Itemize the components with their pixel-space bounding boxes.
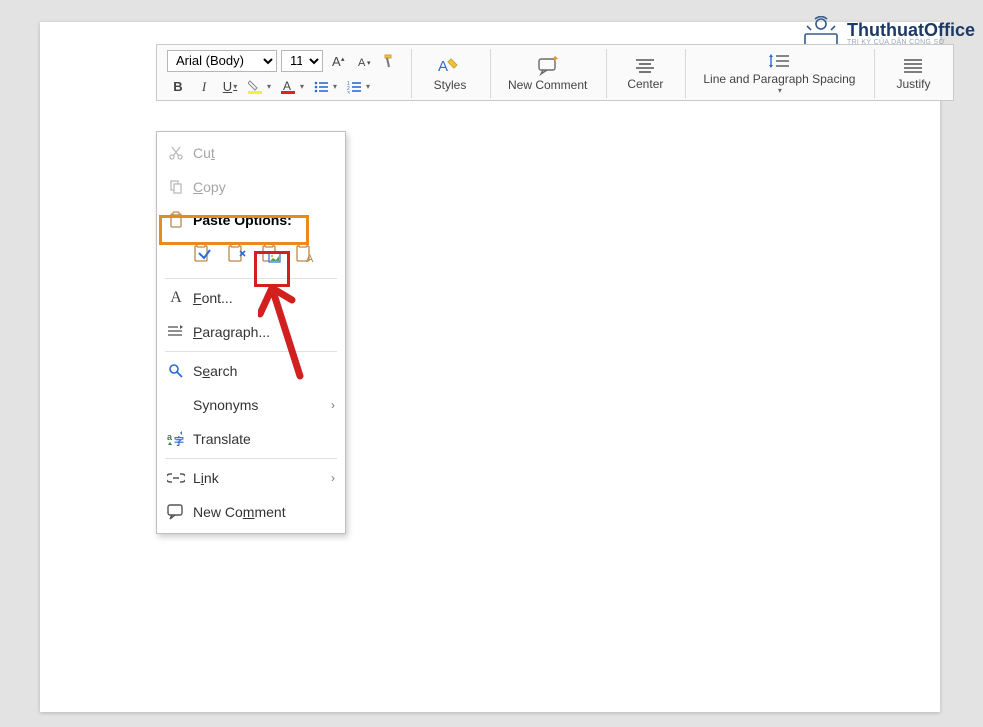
font-color-button[interactable]: A▾ <box>278 76 307 98</box>
chevron-right-icon: › <box>331 471 335 485</box>
search-icon <box>165 363 187 379</box>
menu-copy-label: Copy <box>187 179 335 195</box>
line-spacing-icon <box>767 52 791 70</box>
italic-button[interactable]: I <box>193 76 215 98</box>
translate-icon: a字 <box>165 431 187 447</box>
styles-label: Styles <box>434 78 467 92</box>
paragraph-icon <box>165 325 187 339</box>
justify-label: Justify <box>896 77 930 91</box>
justify-button[interactable]: Justify <box>883 54 943 94</box>
menu-new-comment[interactable]: New Comment <box>157 495 345 529</box>
watermark-title: ThuthuatOffice <box>847 21 975 39</box>
link-icon <box>165 472 187 484</box>
menu-synonyms-label: Synonyms <box>187 397 331 413</box>
menu-cut: Cut <box>157 136 345 170</box>
svg-text:▴: ▴ <box>341 56 345 63</box>
chevron-right-icon: › <box>331 398 335 412</box>
menu-new-comment-label: New Comment <box>187 504 335 520</box>
menu-link[interactable]: Link › <box>157 461 345 495</box>
font-size-select[interactable]: 11 <box>281 50 323 72</box>
center-icon <box>634 57 656 75</box>
menu-copy: Copy <box>157 170 345 204</box>
svg-text:A: A <box>332 54 341 69</box>
mini-toolbar: Arial (Body) 11 A▴ A▾ B I U▾ ▾ A▾ <box>156 44 954 101</box>
menu-link-label: Link <box>187 470 331 486</box>
svg-text:A: A <box>283 79 291 93</box>
cut-icon <box>165 145 187 161</box>
highlight-button[interactable]: ▾ <box>245 76 274 98</box>
line-spacing-button[interactable]: Line and Paragraph Spacing▾ <box>694 49 864 98</box>
decrease-font-button[interactable]: A▾ <box>353 50 375 72</box>
font-name-select[interactable]: Arial (Body) <box>167 50 277 72</box>
menu-paragraph[interactable]: Paragraph... <box>157 315 345 349</box>
annotation-arrow-icon <box>258 286 308 386</box>
bullets-button[interactable]: ▾ <box>311 76 340 98</box>
spacing-label: Line and Paragraph Spacing <box>703 72 855 86</box>
svg-text:A: A <box>438 58 448 75</box>
increase-font-button[interactable]: A▴ <box>327 50 349 72</box>
font-icon: A <box>165 289 187 307</box>
menu-translate[interactable]: a字 Translate <box>157 422 345 456</box>
underline-button[interactable]: U▾ <box>219 76 241 98</box>
styles-button[interactable]: A Styles <box>420 53 480 95</box>
svg-text:▾: ▾ <box>367 60 371 67</box>
menu-cut-label: Cut <box>187 145 335 161</box>
svg-text:✦: ✦ <box>551 56 559 65</box>
annotation-orange-box <box>159 215 309 245</box>
format-painter-button[interactable] <box>379 50 401 72</box>
annotation-red-box <box>254 251 290 287</box>
new-comment-button[interactable]: ✦ New Comment <box>499 53 596 95</box>
copy-icon <box>165 179 187 195</box>
menu-search[interactable]: Search <box>157 354 345 388</box>
svg-text:3: 3 <box>347 91 350 94</box>
numbering-button[interactable]: 123▾ <box>344 76 373 98</box>
context-menu: Cut Copy Paste Options: A A Font... <box>156 131 346 534</box>
justify-icon <box>902 57 924 75</box>
menu-separator <box>165 458 337 459</box>
new-comment-label: New Comment <box>508 78 587 92</box>
svg-text:A: A <box>358 57 366 69</box>
svg-text:a: a <box>167 432 173 442</box>
comment-icon <box>165 504 187 520</box>
center-label: Center <box>627 77 663 91</box>
menu-translate-label: Translate <box>187 431 335 447</box>
bold-button[interactable]: B <box>167 76 189 98</box>
menu-separator <box>165 278 337 279</box>
center-button[interactable]: Center <box>615 54 675 94</box>
svg-text:A: A <box>306 253 314 265</box>
styles-icon: A <box>437 56 463 76</box>
menu-separator <box>165 351 337 352</box>
svg-text:字: 字 <box>174 435 184 447</box>
comment-icon: ✦ <box>537 56 559 76</box>
menu-synonyms[interactable]: Synonyms › <box>157 388 345 422</box>
menu-font[interactable]: A Font... <box>157 281 345 315</box>
